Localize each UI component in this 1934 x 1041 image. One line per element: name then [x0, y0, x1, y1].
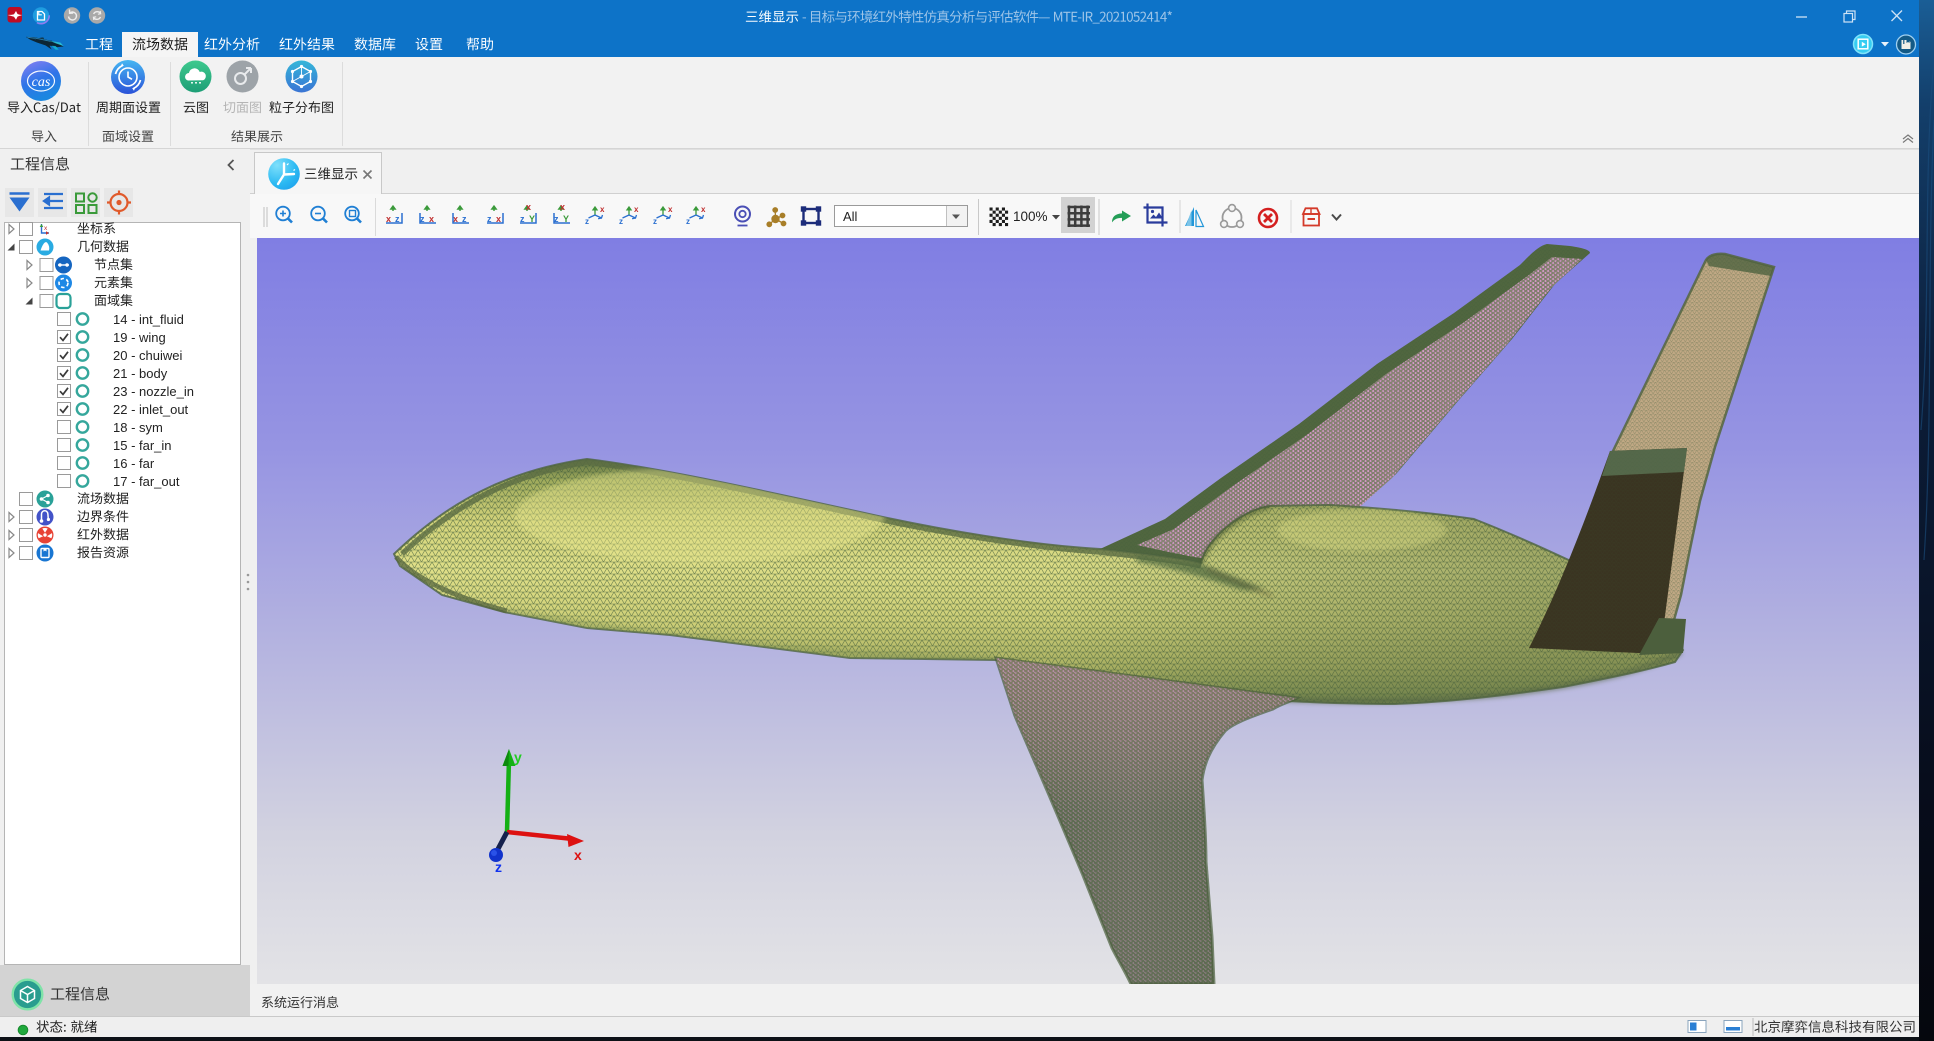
svg-text:z: z	[495, 859, 502, 875]
svg-text:y: y	[514, 749, 522, 765]
svg-text:x: x	[574, 847, 582, 863]
